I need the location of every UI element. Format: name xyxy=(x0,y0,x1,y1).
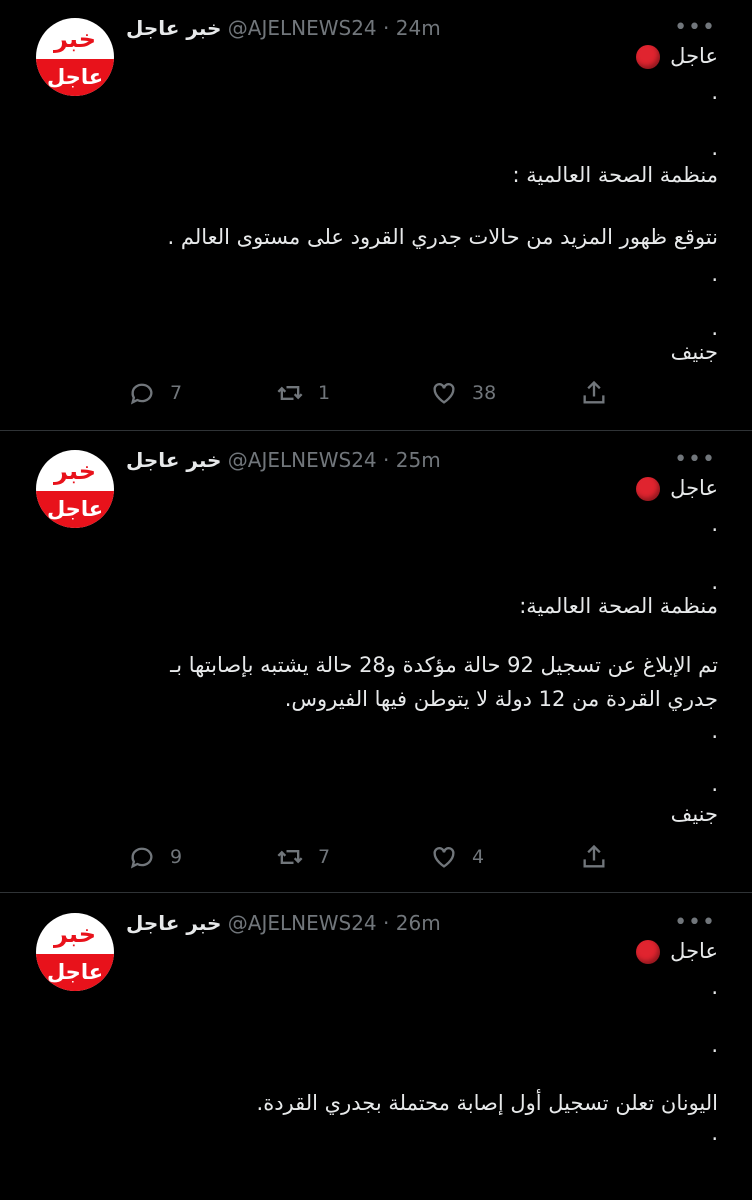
like-icon xyxy=(433,847,455,868)
tweet-line: منظمة الصحة العالمية : xyxy=(512,163,718,187)
location-line: جنيف xyxy=(670,802,718,826)
tweet-line: . xyxy=(711,1033,718,1057)
reply-icon xyxy=(130,847,153,869)
tweet-line: . xyxy=(711,975,718,999)
tweet-line: تم الإبلاغ عن تسجيل 92 حالة مؤكدة و28 حا… xyxy=(170,653,718,677)
tweet-body: عاجل . . منظمة الصحة العالمية: تم الإبلا… xyxy=(118,432,718,852)
breaking-line: عاجل xyxy=(636,939,718,964)
tweet-line: . xyxy=(711,262,718,286)
avatar[interactable]: خبر عاجل xyxy=(36,18,114,96)
breaking-label: عاجل xyxy=(670,476,718,500)
tweet-line: . xyxy=(711,136,718,160)
reply-icon xyxy=(130,383,153,405)
red-circle-icon xyxy=(636,45,661,69)
retweet-icon xyxy=(277,850,303,864)
tweet-line: . xyxy=(711,316,718,340)
retweet-icon xyxy=(277,386,303,400)
breaking-label: عاجل xyxy=(670,44,718,68)
reply-count: 7 xyxy=(170,382,183,404)
retweet-count: 7 xyxy=(318,846,331,868)
tweet-body: عاجل . . اليونان تعلن تسجيل أول إصابة مح… xyxy=(118,895,718,1195)
tweet-line: . xyxy=(711,772,718,796)
like-count: 38 xyxy=(472,382,497,404)
avatar-word-bottom: عاجل xyxy=(46,497,104,521)
tweet-line: جدري القردة من 12 دولة لا يتوطن فيها الف… xyxy=(284,687,718,711)
breaking-line: عاجل xyxy=(636,44,718,69)
avatar-word-top: خبر xyxy=(53,920,97,948)
share-icon xyxy=(583,380,605,404)
tweet-line: اليونان تعلن تسجيل أول إصابة محتملة بجدر… xyxy=(256,1091,718,1115)
tweet[interactable]: خبر عاجل خبر عاجل @AJELNEWS24 · 26m ••• … xyxy=(0,895,752,1200)
breaking-line: عاجل xyxy=(636,476,718,501)
red-circle-icon xyxy=(636,940,661,964)
action-bar: 7 1 38 xyxy=(128,378,608,408)
share-icon xyxy=(583,844,605,868)
reply-button[interactable]: 9 xyxy=(128,842,182,872)
like-button[interactable]: 38 xyxy=(430,378,496,408)
reply-count: 9 xyxy=(170,846,183,868)
retweet-count: 1 xyxy=(318,382,331,404)
tweet-line: . xyxy=(711,1121,718,1145)
reply-button[interactable]: 7 xyxy=(128,378,182,408)
breaking-label: عاجل xyxy=(670,939,718,963)
tweet-line: . xyxy=(711,80,718,104)
retweet-button[interactable]: 1 xyxy=(276,378,330,408)
tweet-line: نتوقع ظهور المزيد من حالات جدري القرود ع… xyxy=(167,225,719,249)
avatar-word-top: خبر xyxy=(53,457,97,485)
avatar-word-top: خبر xyxy=(53,25,97,53)
avatar[interactable]: خبر عاجل xyxy=(36,450,114,528)
share-button[interactable] xyxy=(580,378,608,408)
share-button[interactable] xyxy=(580,842,608,872)
tweet-line: . xyxy=(711,512,718,536)
location-line: جنيف xyxy=(670,340,718,364)
avatar-word-bottom: عاجل xyxy=(46,960,104,984)
tweet-line: . xyxy=(711,570,718,594)
tweet-line: . xyxy=(711,719,718,743)
tweet-body: عاجل . . منظمة الصحة العالمية : نتوقع ظه… xyxy=(118,0,719,380)
tweet[interactable]: خبر عاجل خبر عاجل @AJELNEWS24 · 24m ••• … xyxy=(0,0,752,431)
red-circle-icon xyxy=(636,477,661,501)
avatar-word-bottom: عاجل xyxy=(46,65,104,89)
action-bar: 9 7 4 xyxy=(128,842,608,872)
like-button[interactable]: 4 xyxy=(430,842,484,872)
retweet-button[interactable]: 7 xyxy=(276,842,330,872)
tweet[interactable]: خبر عاجل خبر عاجل @AJELNEWS24 · 25m ••• … xyxy=(0,432,752,893)
like-icon xyxy=(433,383,455,404)
avatar[interactable]: خبر عاجل xyxy=(36,913,114,991)
like-count: 4 xyxy=(472,846,485,868)
tweet-line: منظمة الصحة العالمية: xyxy=(519,594,718,618)
